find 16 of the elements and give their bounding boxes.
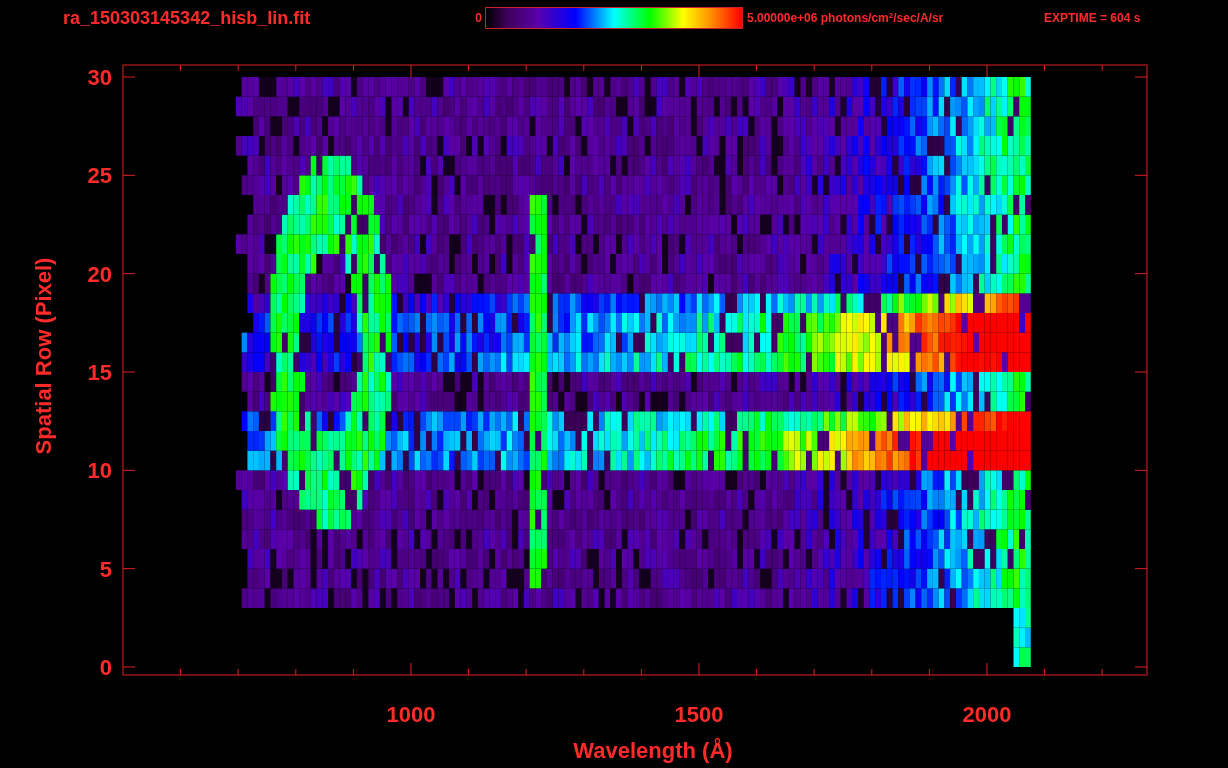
x-tick-label: 1000 xyxy=(386,702,436,727)
x-axis-label: Wavelength (Å) xyxy=(573,738,733,763)
y-tick-label: 5 xyxy=(99,556,112,582)
exposure-time: EXPTIME = 604 s xyxy=(1044,10,1141,27)
file-name: ra_150303145342_hisb_lin.fit xyxy=(63,6,312,30)
x-tick-label: 1500 xyxy=(674,702,724,727)
y-tick-label: 15 xyxy=(87,360,112,385)
colorbar-min-label: 0 xyxy=(474,10,483,27)
colorbar-max-label: 5.00000e+06 photons/cm$^{2}$/sec/A/sr xyxy=(747,10,945,27)
y-tick-label: 0 xyxy=(99,655,112,680)
y-axis-label: Spatial Row (Pixel) xyxy=(31,257,56,455)
y-tick-label: 30 xyxy=(87,65,112,90)
y-tick-label: 10 xyxy=(87,458,112,484)
y-tick-label: 20 xyxy=(87,261,112,287)
x-tick-label: 2000 xyxy=(962,702,1012,727)
y-tick-label: 25 xyxy=(87,163,112,189)
